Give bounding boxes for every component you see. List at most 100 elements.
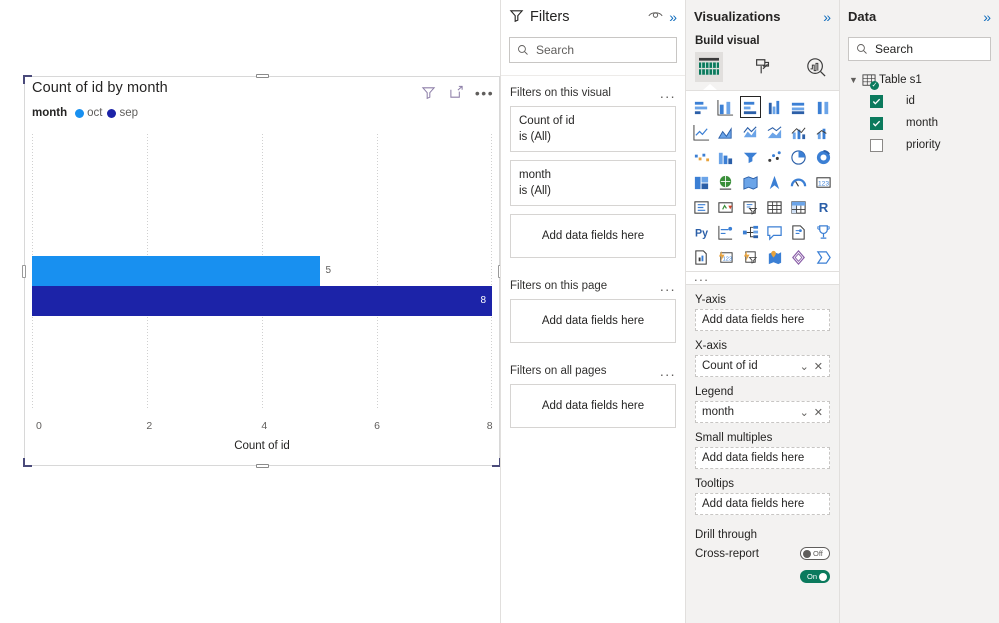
stacked-bar-chart-icon[interactable] — [690, 95, 713, 119]
well-legend[interactable]: month ⌄ ✕ — [695, 401, 830, 423]
table-node-table-s1[interactable]: ▼ ✓ Table s1 — [840, 70, 999, 90]
bar-chart-visual[interactable]: Count of id by month ••• month oct sep 5… — [22, 74, 502, 468]
azure-map-icon[interactable] — [763, 245, 786, 269]
metrics-trophy-icon[interactable] — [812, 220, 835, 244]
filter-card-condition: is (All) — [519, 185, 551, 197]
line-and-clustered-column-chart-icon[interactable] — [787, 120, 810, 144]
filters-visual-more-icon[interactable]: ... — [660, 86, 676, 100]
bar-sep[interactable] — [32, 286, 492, 316]
funnel-icon[interactable] — [739, 145, 762, 169]
field-checkbox-priority[interactable] — [870, 138, 883, 152]
pie-chart-icon[interactable] — [787, 145, 810, 169]
field-row-month[interactable]: month — [840, 112, 999, 134]
filled-map-icon[interactable] — [739, 170, 762, 194]
scatter-chart-icon[interactable] — [763, 145, 786, 169]
slicer-icon[interactable] — [739, 195, 762, 219]
filters-search-input[interactable]: Search — [509, 37, 677, 63]
powerapps-visual-icon[interactable] — [787, 245, 810, 269]
r-script-visual-icon[interactable]: R — [812, 195, 835, 219]
donut-chart-icon[interactable] — [812, 145, 835, 169]
well-legend-remove-icon[interactable]: ✕ — [814, 406, 823, 419]
field-row-id[interactable]: id — [840, 90, 999, 112]
decomposition-tree-icon[interactable] — [739, 220, 762, 244]
table-icon[interactable] — [763, 195, 786, 219]
clustered-bar-chart-icon[interactable] — [739, 95, 762, 119]
qa-visual-icon[interactable] — [763, 220, 786, 244]
filters-page-heading: Filters on this page — [510, 280, 608, 292]
filters-all-pages-more-icon[interactable]: ... — [660, 364, 676, 378]
well-x-axis-chevron-down-icon[interactable]: ⌄ — [800, 360, 809, 373]
report-canvas[interactable]: Count of id by month ••• month oct sep 5… — [0, 0, 502, 623]
filter-icon[interactable] — [420, 84, 437, 101]
filters-all-pages-dropzone[interactable]: Add data fields here — [510, 384, 676, 428]
keep-all-filters-toggle[interactable]: On — [800, 570, 830, 583]
narrative-smart-icon[interactable] — [787, 220, 810, 244]
field-checkbox-id[interactable] — [870, 94, 883, 108]
data-search-input[interactable]: Search — [848, 37, 991, 61]
field-checkbox-month[interactable] — [870, 116, 883, 130]
more-options-icon[interactable]: ••• — [475, 84, 493, 101]
filters-page-more-icon[interactable]: ... — [660, 279, 676, 293]
chevron-down-icon[interactable]: ▼ — [848, 75, 859, 85]
resize-handle-bottom[interactable] — [256, 464, 269, 468]
paginated-report-icon[interactable] — [690, 245, 713, 269]
hundred-percent-stacked-column-chart-icon[interactable] — [812, 95, 835, 119]
visual-title: Count of id by month — [32, 80, 168, 96]
filter-card-count-of-id[interactable]: Count of id is (All) — [510, 106, 676, 152]
more-visuals-icon[interactable]: ... — [686, 270, 839, 285]
svg-text:R: R — [819, 200, 829, 215]
multi-row-card-icon[interactable] — [690, 195, 713, 219]
collapse-data-chevron-double-right-icon[interactable]: » — [983, 10, 991, 24]
python-visual-icon[interactable]: Py — [690, 220, 713, 244]
key-influencers-icon[interactable] — [714, 220, 737, 244]
tab-format-visual[interactable] — [749, 52, 777, 82]
collapse-visualizations-chevron-double-right-icon[interactable]: » — [823, 10, 831, 24]
x-tick-3: 6 — [374, 420, 380, 432]
power-automate-slicer-icon[interactable] — [739, 245, 762, 269]
waterfall-chart-icon[interactable] — [690, 145, 713, 169]
ribbon-chart-icon[interactable] — [812, 120, 835, 144]
matrix-icon[interactable] — [787, 195, 810, 219]
treemap-icon[interactable] — [690, 170, 713, 194]
filter-card-month[interactable]: month is (All) — [510, 160, 676, 206]
well-tooltips[interactable]: Add data fields here — [695, 493, 830, 515]
gauge-chart-icon[interactable] — [787, 170, 810, 194]
map-icon[interactable] — [714, 170, 737, 194]
collapse-filters-chevron-double-right-icon[interactable]: » — [669, 10, 677, 24]
eye-icon[interactable] — [648, 9, 663, 24]
cross-report-toggle[interactable]: Off — [800, 547, 830, 560]
stacked-column-chart-icon[interactable] — [714, 95, 737, 119]
field-row-priority[interactable]: priority — [840, 134, 999, 156]
well-x-axis-value: Count of id — [702, 360, 758, 372]
filters-visual-dropzone[interactable]: Add data fields here — [510, 214, 676, 258]
filters-page-dropzone[interactable]: Add data fields here — [510, 299, 676, 343]
keep-all-filters-toggle-state: On — [806, 572, 817, 581]
power-bi-visuals-marketplace-icon[interactable] — [812, 245, 835, 269]
card-icon[interactable]: 123 — [812, 170, 835, 194]
tab-build-visual[interactable] — [695, 52, 723, 82]
tab-analytics[interactable] — [802, 52, 830, 82]
data-panel-header: Data » — [840, 0, 999, 33]
legend-item-sep[interactable]: sep — [107, 107, 138, 119]
well-small-multiples[interactable]: Add data fields here — [695, 447, 830, 469]
focus-mode-icon[interactable] — [448, 84, 465, 101]
kpi-icon[interactable] — [714, 195, 737, 219]
line-and-stacked-column-chart-icon[interactable] — [763, 120, 786, 144]
line-chart-icon[interactable] — [690, 120, 713, 144]
bar-oct[interactable] — [32, 256, 320, 286]
legend-item-oct[interactable]: oct — [75, 107, 102, 119]
well-x-axis-remove-icon[interactable]: ✕ — [814, 360, 823, 373]
stacked-area-chart-icon[interactable] — [739, 120, 762, 144]
power-apps-card-icon[interactable]: 123 — [714, 245, 737, 269]
resize-handle-left[interactable] — [22, 265, 26, 278]
hundred-percent-stacked-bar-chart-icon[interactable] — [787, 95, 810, 119]
well-x-axis[interactable]: Count of id ⌄ ✕ — [695, 355, 830, 377]
arcgis-map-icon[interactable] — [763, 170, 786, 194]
well-legend-chevron-down-icon[interactable]: ⌄ — [800, 406, 809, 419]
filters-panel-title: Filters — [530, 8, 570, 25]
funnel-chart-icon[interactable] — [714, 145, 737, 169]
area-chart-icon[interactable] — [714, 120, 737, 144]
clustered-column-chart-icon[interactable] — [763, 95, 786, 119]
well-y-axis[interactable]: Add data fields here — [695, 309, 830, 331]
resize-handle-top[interactable] — [256, 74, 269, 78]
